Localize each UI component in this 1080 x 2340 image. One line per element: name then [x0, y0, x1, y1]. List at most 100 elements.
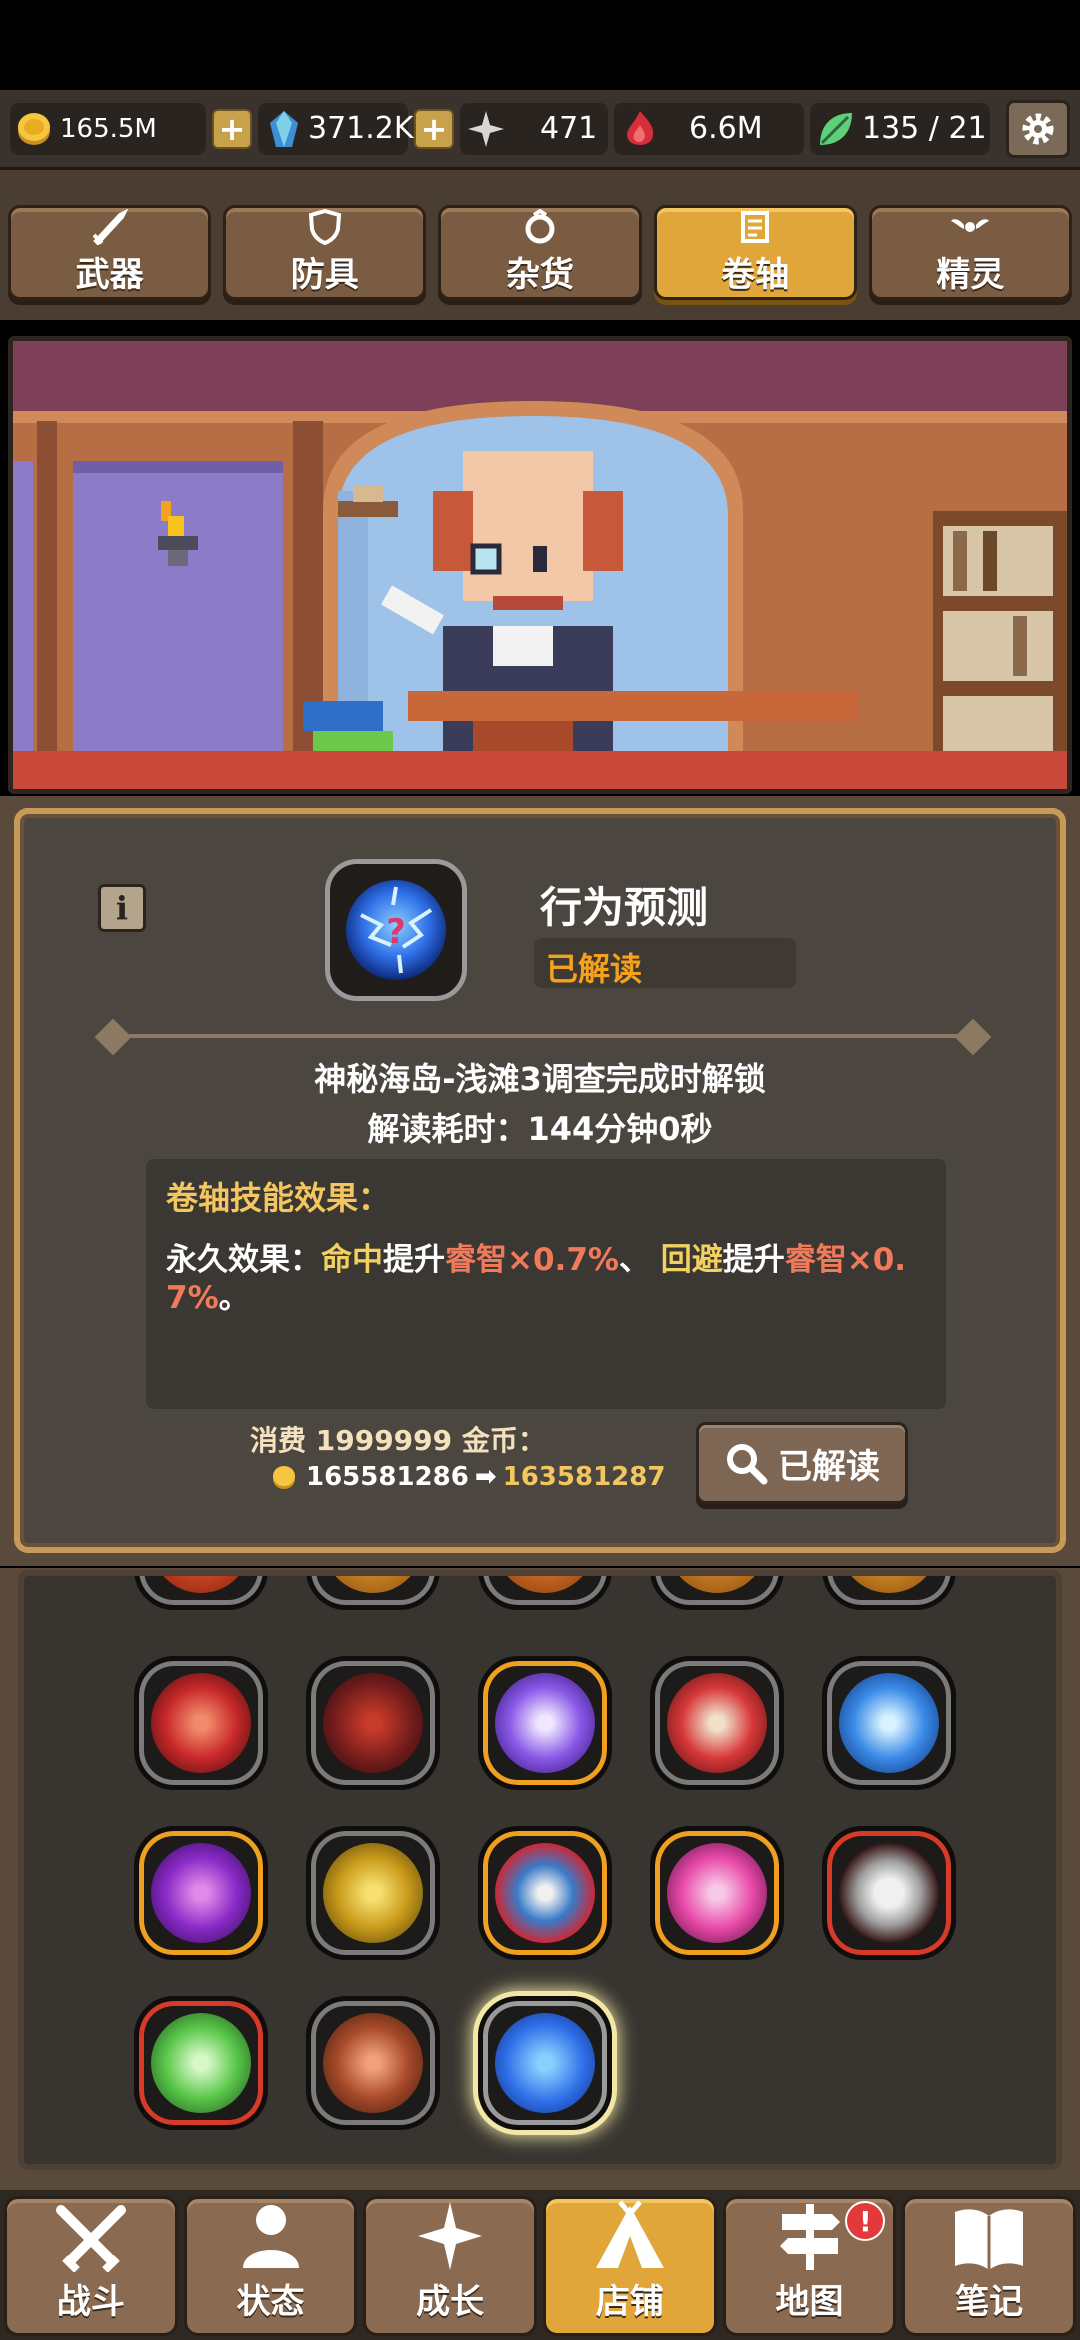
nav-growth[interactable]: 成长	[363, 2196, 538, 2336]
svg-text:?: ?	[386, 912, 406, 952]
scroll-slot[interactable]	[650, 1576, 784, 1610]
scroll-slot[interactable]	[822, 1826, 956, 1960]
effect-box: 卷轴技能效果： 永久效果：命中提升睿智×0.7%、 回避提升睿智×0.7%。	[146, 1159, 946, 1409]
scroll-slot[interactable]	[650, 1826, 784, 1960]
red-hand-icon	[667, 1673, 767, 1773]
crystal-icon	[270, 110, 298, 147]
leaf-icon	[820, 112, 852, 145]
scroll-slot[interactable]	[650, 1656, 784, 1790]
scroll-slot[interactable]	[134, 1826, 268, 1960]
tab-label: 精灵	[936, 255, 1005, 295]
signpost-icon	[779, 2204, 840, 2270]
scroll-slot[interactable]	[306, 1996, 440, 2130]
cost-label: 消费 1999999 金币：	[250, 1424, 546, 1457]
rock-body-icon	[323, 2013, 423, 2113]
nav-label: 状态	[236, 2282, 305, 2322]
scroll-slot[interactable]	[478, 1576, 612, 1610]
lightning-orb-icon: ?	[346, 880, 446, 980]
tab-spirits[interactable]: 精灵	[868, 205, 1073, 300]
sword-icon	[92, 209, 128, 245]
effect-suffix: 。	[218, 1280, 250, 1316]
nav-notes[interactable]: 笔记	[902, 2196, 1077, 2336]
nav-label: 地图	[775, 2282, 844, 2322]
resource-bar: 165.5M + 371.2K + 471 6.6M 135 / 21	[0, 90, 1080, 170]
effect-prefix: 永久效果：	[166, 1242, 321, 1278]
divider-ornament	[954, 1018, 992, 1056]
cost-after: 163581287	[502, 1462, 666, 1492]
blue-hand-icon	[839, 1673, 939, 1773]
heart-heal-icon	[151, 2013, 251, 2113]
gold-scroll-icon	[839, 1576, 939, 1593]
magnifier-icon	[727, 1444, 768, 1485]
scroll-title: 行为预测	[540, 883, 709, 932]
scroll-slot[interactable]	[822, 1576, 956, 1610]
burning-body-icon	[151, 1673, 251, 1773]
scroll-slot[interactable]	[306, 1656, 440, 1790]
scroll-slot[interactable]	[134, 1996, 268, 2130]
scroll-slot-selected[interactable]	[478, 1996, 612, 2130]
star-resource: 471	[460, 102, 608, 155]
scroll-grid	[18, 1570, 1062, 2170]
add-gold-button[interactable]: +	[212, 108, 252, 149]
effect-verb: 提升	[722, 1242, 785, 1278]
unlock-condition: 神秘海岛-浅滩3调查完成时解锁	[314, 1060, 766, 1098]
tab-weapons[interactable]: 武器	[8, 205, 212, 300]
effect-verb: 提升	[383, 1242, 445, 1278]
add-crystal-button[interactable]: +	[414, 108, 454, 149]
nav-label: 店铺	[595, 2282, 664, 2322]
scroll-slot[interactable]	[822, 1656, 956, 1790]
effect-text: 永久效果：命中提升睿智×0.7%、 回避提升睿智×0.7%。	[166, 1241, 926, 1317]
tab-armor[interactable]: 防具	[223, 205, 427, 300]
burst-icon	[495, 1673, 595, 1773]
settings-button[interactable]	[1006, 99, 1070, 158]
scroll-slot[interactable]	[478, 1656, 612, 1790]
panel-corner	[14, 808, 74, 868]
gold-coin-icon	[18, 112, 50, 145]
cost-line: 165581286 ➡ 163581287	[270, 1462, 665, 1492]
leaf-value: 135 / 21	[862, 111, 987, 146]
tab-label: 卷轴	[721, 255, 790, 295]
purple-spikes-icon	[151, 1843, 251, 1943]
gold-scroll-icon	[323, 1576, 423, 1593]
bottom-nav: 战斗 状态 成长 店铺 地图 ! 笔记	[4, 2196, 1077, 2336]
effect-title: 卷轴技能效果：	[166, 1179, 391, 1217]
fire-scroll-icon	[151, 1576, 251, 1593]
tab-goods[interactable]: 杂货	[438, 205, 642, 300]
tab-scrolls[interactable]: 卷轴	[653, 205, 857, 300]
nav-label: 战斗	[56, 2282, 125, 2322]
panel-corner	[1006, 808, 1066, 868]
claw-strike-icon	[495, 1843, 595, 1943]
scroll-slot[interactable]	[134, 1656, 268, 1790]
status-bar	[0, 0, 1080, 90]
tab-label: 防具	[290, 255, 359, 295]
gold-scroll-icon	[667, 1576, 767, 1593]
nav-shop[interactable]: 店铺	[543, 2196, 717, 2336]
scroll-slot[interactable]	[306, 1826, 440, 1960]
scroll-shop-illustration	[13, 341, 1067, 789]
scroll-slot[interactable]	[478, 1826, 612, 1960]
crystal-value: 371.2K	[308, 111, 414, 146]
crystal-resource: 371.2K	[258, 102, 414, 155]
pink-wing-icon	[667, 1843, 767, 1943]
selected-scroll-icon: ?	[325, 859, 467, 1001]
nav-status[interactable]: 状态	[183, 2196, 358, 2336]
silver-star-icon	[468, 110, 504, 147]
effect-stat-hit: 命中	[321, 1242, 383, 1278]
tab-label: 杂货	[506, 255, 574, 295]
scroll-slot[interactable]	[306, 1576, 440, 1610]
flame-icon	[627, 110, 654, 145]
scroll-icon	[741, 211, 770, 243]
nav-battle[interactable]: 战斗	[4, 2196, 178, 2336]
scroll-slot[interactable]	[134, 1576, 268, 1610]
effect-separator: 、	[618, 1242, 661, 1278]
flame-resource: 6.6M	[614, 102, 804, 155]
gold-value: 165.5M	[60, 113, 157, 144]
category-tabs: 武器 防具 杂货 卷轴 精灵	[8, 205, 1073, 300]
nav-map[interactable]: 地图 !	[722, 2196, 897, 2336]
wings-icon	[951, 219, 990, 232]
info-button[interactable]: i	[98, 884, 146, 932]
shield-icon	[308, 209, 341, 245]
read-button[interactable]: 已解读	[696, 1422, 908, 1504]
effect-stat-evade: 回避	[660, 1242, 723, 1278]
read-time: 解读耗时：144分钟0秒	[367, 1110, 713, 1148]
